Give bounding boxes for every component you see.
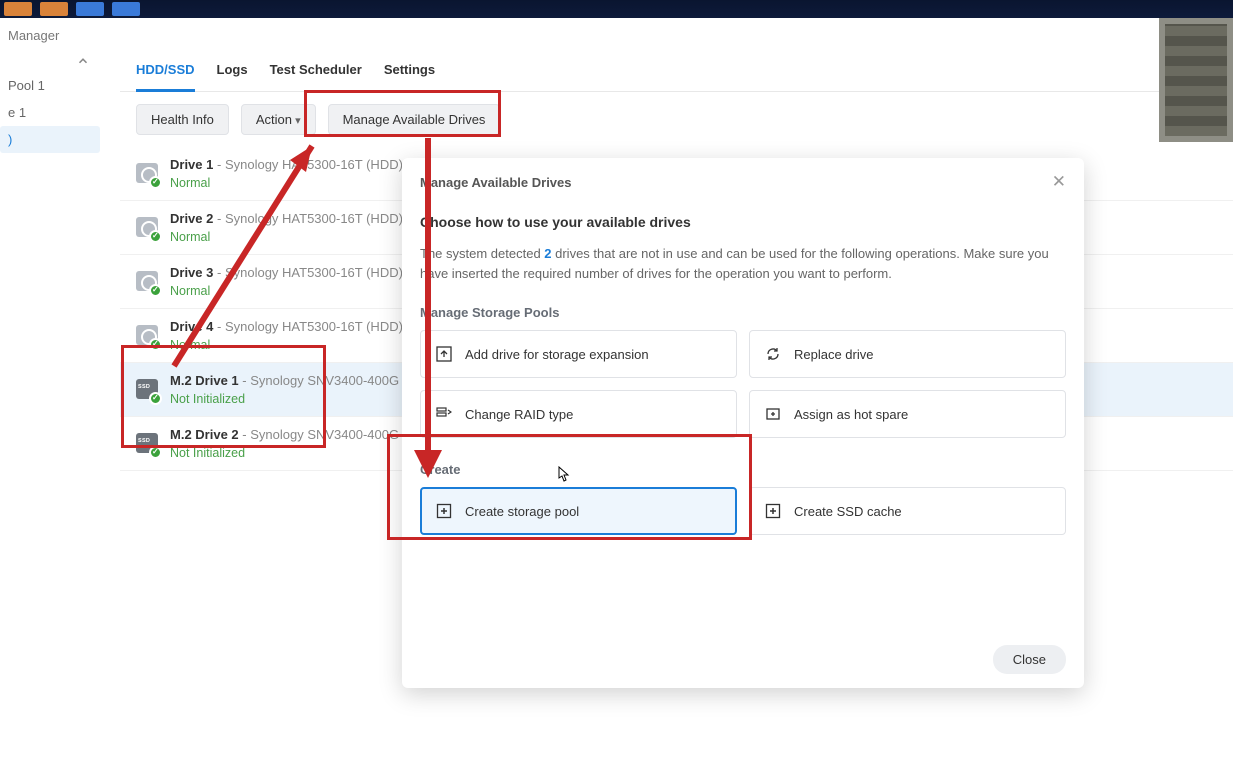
option-label: Replace drive [794,347,874,362]
option-label: Add drive for storage expansion [465,347,649,362]
drive-name: Drive 1 [170,157,213,172]
taskbar-icon[interactable] [4,2,32,16]
option-add-drive-expansion[interactable]: Add drive for storage expansion [420,330,737,378]
option-replace-drive[interactable]: Replace drive [749,330,1066,378]
hdd-icon [136,217,158,239]
annotation-box [121,345,326,448]
tab-logs[interactable]: Logs [217,62,248,91]
hdd-icon [136,271,158,293]
sidebar-item-volume[interactable]: e 1 [0,99,100,126]
option-label: Change RAID type [465,407,573,422]
close-button[interactable]: Close [993,645,1066,674]
hdd-icon [136,163,158,185]
taskbar-icon[interactable] [76,2,104,16]
sidebar-collapse-icon[interactable] [0,50,100,72]
raid-icon [435,405,453,423]
hdd-icon [136,325,158,347]
health-info-button[interactable]: Health Info [136,104,229,135]
tab-settings[interactable]: Settings [384,62,435,91]
plus-icon [764,502,782,520]
annotation-box [387,434,752,540]
tab-hdd-ssd[interactable]: HDD/SSD [136,62,195,92]
drive-name: Drive 3 [170,265,213,280]
drive-model: - Synology HAT5300-16T (HDD) [217,157,403,172]
option-label: Create SSD cache [794,504,902,519]
drive-name: Drive 4 [170,319,213,334]
annotation-box [304,90,501,137]
tabs: HDD/SSD Logs Test Scheduler Settings [120,50,1233,92]
taskbar [0,0,1233,18]
modal-heading: Choose how to use your available drives [420,214,1066,230]
tab-test-scheduler[interactable]: Test Scheduler [270,62,362,91]
drive-model: - Synology HAT5300-16T (HDD) [217,265,403,280]
option-change-raid[interactable]: Change RAID type [420,390,737,438]
expand-icon [435,345,453,363]
drive-name: Drive 2 [170,211,213,226]
window-title: Manager [0,18,1233,51]
sidebar: Pool 1 e 1 ) [0,50,100,153]
option-label: Assign as hot spare [794,407,908,422]
thumbnail-strip [1159,18,1233,142]
drive-model: - Synology HAT5300-16T (HDD) [217,319,403,334]
sidebar-item-pool[interactable]: Pool 1 [0,72,100,99]
taskbar-icon[interactable] [40,2,68,16]
option-create-ssd-cache[interactable]: Create SSD cache [749,487,1066,535]
modal-title: Manage Available Drives [420,175,572,190]
modal-description: The system detected 2 drives that are no… [420,244,1066,283]
section-manage-pools: Manage Storage Pools [420,305,1066,320]
hotspare-icon [764,405,782,423]
replace-icon [764,345,782,363]
toolbar: Health Info Action Manage Available Driv… [120,92,1233,147]
manage-drives-modal: Manage Available Drives ✕ Choose how to … [402,158,1084,688]
close-icon[interactable]: ✕ [1052,172,1066,192]
option-hot-spare[interactable]: Assign as hot spare [749,390,1066,438]
taskbar-icon[interactable] [112,2,140,16]
drive-model: - Synology HAT5300-16T (HDD) [217,211,403,226]
sidebar-item-drives[interactable]: ) [0,126,100,153]
